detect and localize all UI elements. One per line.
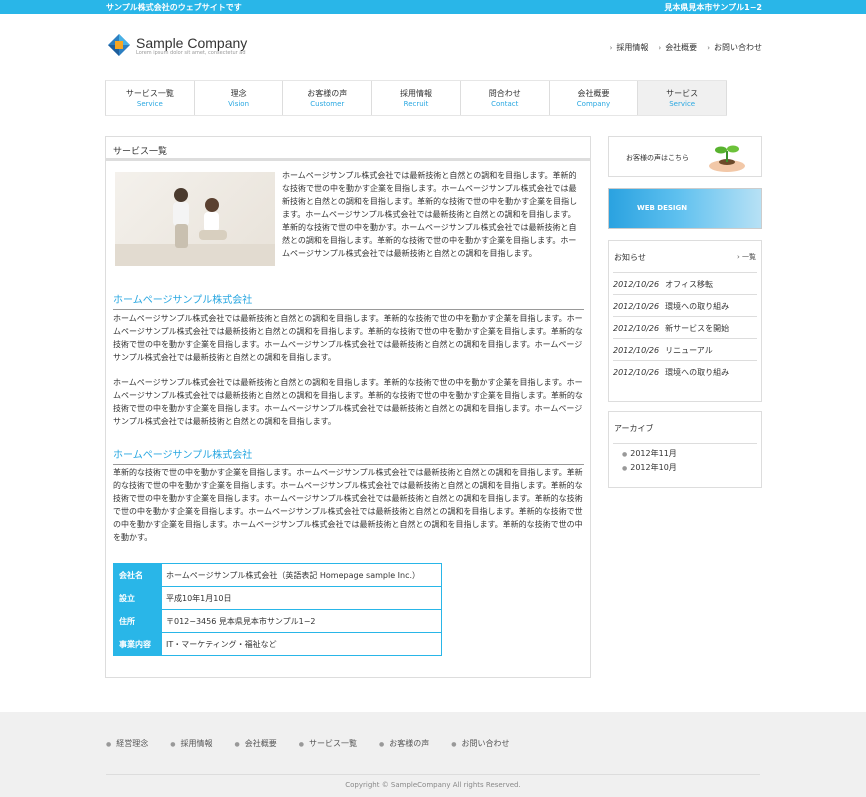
section-heading-2: ホームページサンプル株式会社 (113, 446, 584, 465)
news-item[interactable]: 2012/10/26 環境への取り組み (613, 360, 757, 382)
section-heading-1: ホームページサンプル株式会社 (113, 291, 584, 310)
bullet-icon: ● (234, 741, 240, 748)
bullet-icon: ● (622, 465, 628, 472)
section-1-paragraph-2: ホームページサンプル株式会社では最新技術と自然との調和を目指します。革新的な技術… (113, 378, 583, 426)
company-info-table: 会社名 ホームページサンプル株式会社（英語表記 Homepage sample I… (113, 563, 442, 656)
header-link-contact[interactable]: › お問い合わせ (707, 42, 762, 53)
web-design-banner[interactable]: WEB DESIGN (608, 188, 762, 229)
footer-link[interactable]: ● サービス一覧 (299, 738, 357, 749)
arrow-right-icon: › (658, 44, 662, 52)
news-item[interactable]: 2012/10/26 リニューアル (613, 338, 757, 360)
footer-link[interactable]: ● 会社概要 (235, 738, 277, 749)
news-item[interactable]: 2012/10/26 新サービスを開始 (613, 316, 757, 338)
customer-voice-banner[interactable]: お客様の声はこちら (608, 136, 762, 177)
nav-item-company[interactable]: 会社概要 Company (550, 81, 639, 115)
bullet-icon: ● (170, 741, 176, 748)
header-link-recruit[interactable]: › 採用情報 (610, 42, 649, 53)
nav-item-contact[interactable]: 問合わせ Contact (461, 81, 550, 115)
table-row: 会社名 ホームページサンプル株式会社（英語表記 Homepage sample I… (113, 563, 442, 587)
address-text: 見本県見本市サンプル1−2 (664, 3, 762, 12)
site-tagline: サンプル株式会社のウェブサイトです (106, 3, 242, 12)
footer-link[interactable]: ● 経営理念 (106, 738, 148, 749)
archive-box: アーカイブ ● 2012年11月 ● 2012年10月 (608, 411, 762, 488)
archive-item[interactable]: ● 2012年10月 (613, 458, 757, 472)
news-item[interactable]: 2012/10/26 環境への取り組み (613, 294, 757, 316)
footer-nav: ● 経営理念 ● 採用情報 ● 会社概要 ● サービス一覧 ● お客様の声 ● お問い合わせ (106, 738, 510, 749)
bullet-icon: ● (298, 741, 304, 748)
header-links: › 採用情報 › 会社概要 › お問い合わせ (610, 42, 762, 53)
global-nav: サービス一覧 Service 理念 Vision お客様の声 Customer 採用情… (105, 80, 728, 116)
bullet-icon: ● (622, 451, 628, 458)
intro-text: ホームページサンプル株式会社では最新技術と自然との調和を目指します。革新的な技術… (282, 171, 578, 258)
news-box: お知らせ › 一覧 2012/10/26 オフィス移転 2012/10/26 環境へ… (608, 240, 762, 402)
news-heading: お知らせ (614, 253, 646, 262)
header-link-company[interactable]: › 会社概要 (658, 42, 697, 53)
archive-item[interactable]: ● 2012年11月 (613, 444, 757, 458)
bullet-icon: ● (379, 741, 385, 748)
table-row: 事業内容 IT・マーケティング・福祉など (113, 632, 442, 656)
main-content: サービス一覧 ホームページサンプル株式会社では最新技術と自然との調和を目指します… (105, 136, 591, 678)
page-title: サービス一覧 (106, 137, 590, 161)
arrow-right-icon: › (707, 44, 710, 52)
nav-item-recruit[interactable]: 採用情報 Recruit (372, 81, 461, 115)
table-row: 設立 平成10年1月10日 (113, 586, 442, 610)
footer: ● 経営理念 ● 採用情報 ● 会社概要 ● サービス一覧 ● お客様の声 ● お問い合わせ… (0, 712, 866, 797)
section-2-paragraph-1: 革新的な技術で世の中を動かす企業を目指します。ホームページサンプル株式会社では最… (113, 468, 583, 542)
logo-mark-icon (108, 34, 130, 56)
news-item[interactable]: 2012/10/26 オフィス移転 (613, 272, 757, 294)
nav-item-customer[interactable]: お客様の声 Customer (283, 81, 373, 115)
footer-link[interactable]: ● お問い合わせ (451, 738, 509, 749)
section-1-paragraph-1: ホームページサンプル株式会社では最新技術と自然との調和を目指します。革新的な技術… (113, 314, 583, 362)
footer-link[interactable]: ● 採用情報 (170, 738, 212, 749)
arrow-right-icon: › (609, 44, 613, 52)
top-bar: サンプル株式会社のウェブサイトです 見本県見本市サンプル1−2 (0, 0, 866, 14)
table-row: 住所 〒012−3456 見本県見本市サンプル1−2 (113, 609, 442, 633)
nav-item-vision[interactable]: 理念 Vision (195, 81, 284, 115)
sprout-hands-icon (709, 145, 745, 172)
footer-link[interactable]: ● お客様の声 (379, 738, 429, 749)
logo-name: Sample Company (136, 35, 248, 51)
copyright: Copyright © SampleCompany All rights Res… (345, 781, 521, 789)
logo-subtitle: Lorem ipsum dolor sit amet, consectetur … (136, 50, 246, 56)
nav-item-service[interactable]: サービス Service (638, 81, 728, 115)
photo-illustration (115, 188, 275, 266)
bullet-icon: ● (106, 741, 112, 748)
nav-item-service-list[interactable]: サービス一覧 Service (106, 81, 195, 115)
footer-divider (106, 774, 760, 775)
archive-heading: アーカイブ (614, 424, 654, 433)
bullet-icon: ● (451, 741, 457, 748)
news-more-link[interactable]: › 一覧 (737, 252, 756, 262)
couple-photo (115, 172, 275, 266)
